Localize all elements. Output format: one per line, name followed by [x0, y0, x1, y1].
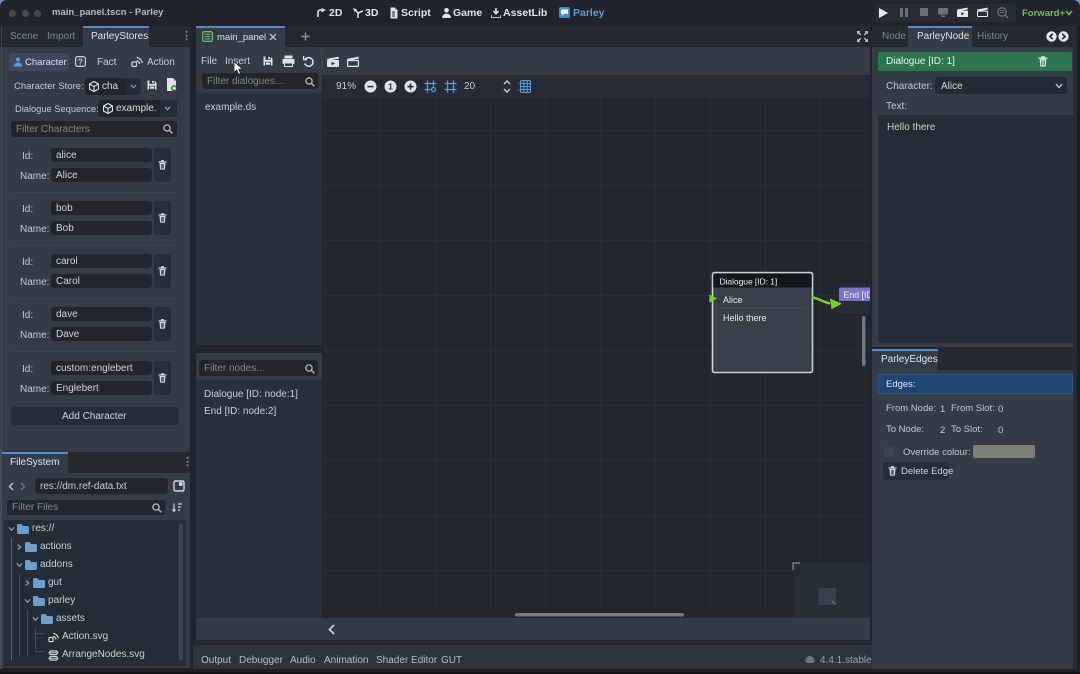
svg-text:End [ID: End [ID — [844, 290, 871, 300]
svg-text:Alice: Alice — [723, 295, 743, 305]
svg-text:1: 1 — [388, 82, 393, 92]
svg-text:Hello there: Hello there — [723, 313, 767, 323]
svg-text:Dialogue [ID: 1]: Dialogue [ID: 1] — [720, 277, 778, 287]
svg-text:?: ? — [78, 57, 83, 66]
